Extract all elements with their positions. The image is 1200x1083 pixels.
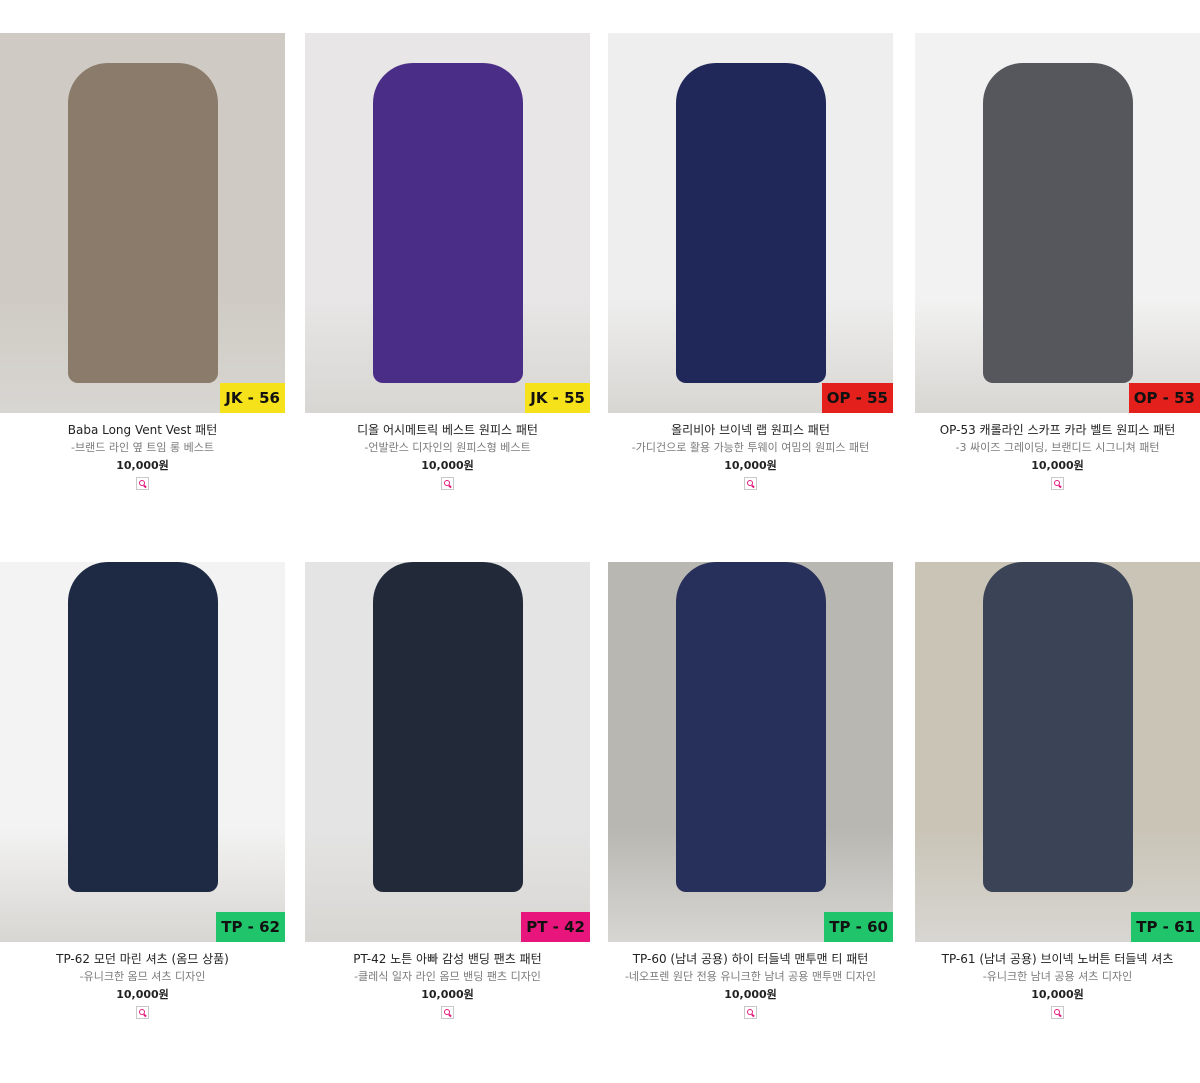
product-code-badge: PT - 42 — [521, 912, 590, 942]
garment-shape — [982, 562, 1133, 892]
product-card: OP - 53 OP-53 캐롤라인 스카프 카라 벨트 원피스 패턴 -3 싸… — [915, 33, 1200, 513]
product-description: -유니크한 남녀 공용 셔츠 디자인 — [982, 970, 1133, 983]
product-name[interactable]: TP-62 모던 마린 셔츠 (옴므 상품) — [0, 950, 285, 968]
product-image[interactable]: JK - 56 — [0, 33, 285, 413]
zoom-icon[interactable] — [441, 1006, 454, 1019]
product-card: JK - 55 디올 어시메트릭 베스트 원피스 패턴 -언발란스 디자인의 원… — [305, 33, 590, 513]
product-price: 10,000원 — [724, 459, 777, 472]
product-code-badge: TP - 61 — [1131, 912, 1200, 942]
product-price: 10,000원 — [421, 988, 474, 1001]
zoom-icon[interactable] — [1051, 477, 1064, 490]
product-image[interactable]: OP - 55 — [608, 33, 893, 413]
product-code-badge: OP - 53 — [1128, 383, 1200, 413]
product-info: Baba Long Vent Vest 패턴 -브랜드 라인 옆 트임 롱 베스… — [0, 421, 285, 494]
product-description: -유니크한 옴므 셔츠 디자인 — [79, 970, 206, 983]
product-image[interactable]: OP - 53 — [915, 33, 1200, 413]
product-card: PT - 42 PT-42 노튼 아빠 감성 밴딩 팬츠 패턴 -클레식 일자 … — [305, 562, 590, 1042]
product-description: -브랜드 라인 옆 트임 롱 베스트 — [71, 441, 214, 454]
product-code-badge: OP - 55 — [821, 383, 893, 413]
product-card: TP - 61 TP-61 (남녀 공용) 브이넥 노버튼 터들넥 셔츠 -유니… — [915, 562, 1200, 1042]
zoom-icon[interactable] — [136, 477, 149, 490]
garment-shape — [372, 562, 523, 892]
product-description: -3 싸이즈 그레이딩, 브랜디드 시그니쳐 패턴 — [955, 441, 1160, 454]
product-description: -클레식 일자 라인 옴므 밴딩 팬츠 디자인 — [354, 970, 541, 983]
product-card: TP - 62 TP-62 모던 마린 셔츠 (옴므 상품) -유니크한 옴므 … — [0, 562, 285, 1042]
product-price: 10,000원 — [724, 988, 777, 1001]
product-name[interactable]: OP-53 캐롤라인 스카프 카라 벨트 원피스 패턴 — [915, 421, 1200, 439]
garment-shape — [67, 562, 218, 892]
product-code-badge: TP - 62 — [216, 912, 285, 942]
product-info: TP-61 (남녀 공용) 브이넥 노버튼 터들넥 셔츠 -유니크한 남녀 공용… — [915, 950, 1200, 1023]
zoom-icon[interactable] — [1051, 1006, 1064, 1019]
zoom-icon[interactable] — [744, 1006, 757, 1019]
product-price: 10,000원 — [116, 988, 169, 1001]
product-name[interactable]: Baba Long Vent Vest 패턴 — [0, 421, 285, 439]
product-info: TP-60 (남녀 공용) 하이 터들넥 맨투맨 티 패턴 -네오프렌 원단 전… — [608, 950, 893, 1023]
product-info: PT-42 노튼 아빠 감성 밴딩 팬츠 패턴 -클레식 일자 라인 옴므 밴딩… — [305, 950, 590, 1023]
product-info: 올리비아 브이넥 랩 원피스 패턴 -가디건으로 활용 가능한 투웨이 여밈의 … — [608, 421, 893, 494]
zoom-icon[interactable] — [441, 477, 454, 490]
product-description: -네오프렌 원단 전용 유니크한 남녀 공용 맨투맨 디자인 — [624, 970, 877, 983]
product-name[interactable]: 올리비아 브이넥 랩 원피스 패턴 — [608, 421, 893, 439]
product-card: TP - 60 TP-60 (남녀 공용) 하이 터들넥 맨투맨 티 패턴 -네… — [608, 562, 893, 1042]
zoom-icon[interactable] — [744, 477, 757, 490]
product-grid: JK - 56 Baba Long Vent Vest 패턴 -브랜드 라인 옆… — [0, 0, 1200, 1083]
product-code-badge: TP - 60 — [824, 912, 893, 942]
garment-shape — [982, 63, 1133, 383]
product-info: 디올 어시메트릭 베스트 원피스 패턴 -언발란스 디자인의 원피스형 베스트 … — [305, 421, 590, 494]
garment-shape — [67, 63, 218, 383]
product-image[interactable]: TP - 61 — [915, 562, 1200, 942]
product-info: OP-53 캐롤라인 스카프 카라 벨트 원피스 패턴 -3 싸이즈 그레이딩,… — [915, 421, 1200, 494]
product-code-badge: JK - 56 — [220, 383, 285, 413]
product-image[interactable]: JK - 55 — [305, 33, 590, 413]
garment-shape — [675, 63, 826, 383]
product-card: OP - 55 올리비아 브이넥 랩 원피스 패턴 -가디건으로 활용 가능한 … — [608, 33, 893, 513]
product-name[interactable]: TP-61 (남녀 공용) 브이넥 노버튼 터들넥 셔츠 — [915, 950, 1200, 968]
product-description: -가디건으로 활용 가능한 투웨이 여밈의 원피스 패턴 — [631, 441, 870, 454]
product-image[interactable]: TP - 62 — [0, 562, 285, 942]
product-code-badge: JK - 55 — [525, 383, 590, 413]
garment-shape — [372, 63, 523, 383]
garment-shape — [675, 562, 826, 892]
product-name[interactable]: PT-42 노튼 아빠 감성 밴딩 팬츠 패턴 — [305, 950, 590, 968]
product-name[interactable]: 디올 어시메트릭 베스트 원피스 패턴 — [305, 421, 590, 439]
product-price: 10,000원 — [1031, 459, 1084, 472]
product-image[interactable]: PT - 42 — [305, 562, 590, 942]
product-description: -언발란스 디자인의 원피스형 베스트 — [364, 441, 531, 454]
product-card: JK - 56 Baba Long Vent Vest 패턴 -브랜드 라인 옆… — [0, 33, 285, 513]
product-price: 10,000원 — [1031, 988, 1084, 1001]
zoom-icon[interactable] — [136, 1006, 149, 1019]
product-info: TP-62 모던 마린 셔츠 (옴므 상품) -유니크한 옴므 셔츠 디자인 1… — [0, 950, 285, 1023]
product-name[interactable]: TP-60 (남녀 공용) 하이 터들넥 맨투맨 티 패턴 — [608, 950, 893, 968]
product-price: 10,000원 — [421, 459, 474, 472]
product-price: 10,000원 — [116, 459, 169, 472]
product-image[interactable]: TP - 60 — [608, 562, 893, 942]
